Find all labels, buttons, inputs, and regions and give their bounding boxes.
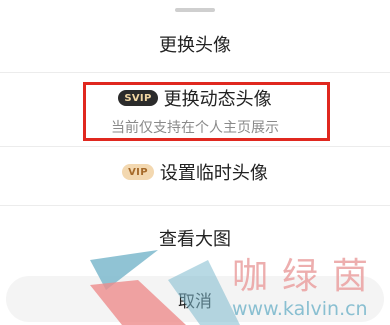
watermark-text: 咖绿茵	[232, 256, 383, 297]
divider	[0, 72, 390, 73]
drag-handle[interactable]	[175, 8, 215, 12]
watermark-logo-icon	[90, 250, 240, 325]
set-temporary-avatar-button[interactable]: VIP 设置临时头像	[0, 154, 390, 190]
highlight-box	[83, 82, 330, 141]
vip-badge: VIP	[122, 164, 154, 180]
sheet-title: 更换头像	[159, 35, 231, 56]
divider	[0, 205, 390, 206]
divider	[0, 146, 390, 147]
watermark-url: www.kalvin.cn	[232, 298, 368, 320]
set-temporary-avatar-label: 设置临时头像	[159, 163, 268, 184]
